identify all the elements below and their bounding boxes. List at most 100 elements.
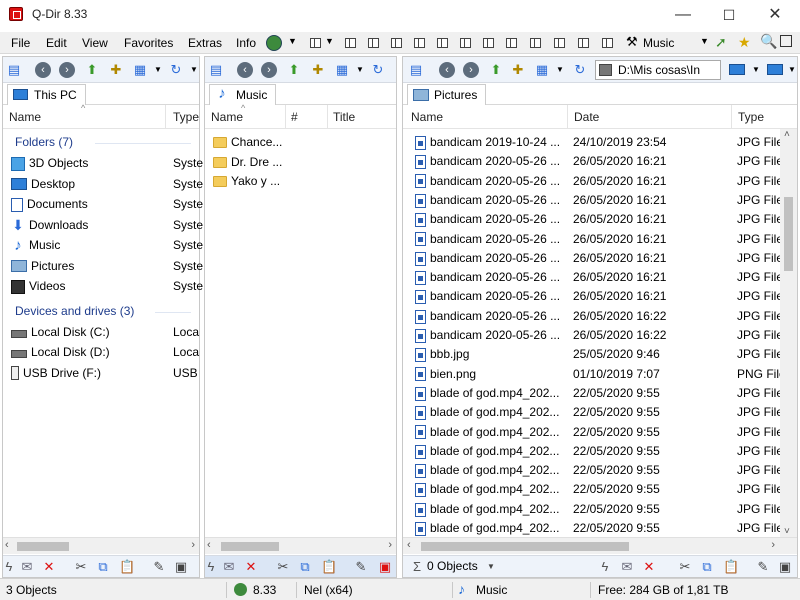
dropdown-arrow-icon[interactable]: ▼: [783, 61, 800, 79]
cut-icon[interactable]: ✂: [677, 559, 693, 575]
list-item[interactable]: Pictures Syste: [11, 257, 203, 276]
scroll-left-icon[interactable]: ‹: [5, 539, 9, 551]
menu-info[interactable]: Info: [236, 36, 256, 50]
forward-icon[interactable]: ›: [463, 62, 479, 78]
new-folder-icon[interactable]: ✚: [309, 61, 327, 79]
dropdown-arrow-icon[interactable]: ▼: [700, 36, 709, 46]
copy-icon[interactable]: ⧉: [699, 559, 715, 575]
layout-13-icon[interactable]: [602, 38, 613, 48]
cut-icon[interactable]: ✂: [275, 559, 291, 575]
table-row[interactable]: bandicam 2020-05-26 ... 26/05/2020 16:21…: [415, 191, 783, 210]
refresh-icon[interactable]: ↻: [369, 61, 387, 79]
tab-this-pc[interactable]: This PC: [7, 84, 86, 105]
up-icon[interactable]: ⬆: [487, 61, 505, 79]
delete-icon[interactable]: ✕: [243, 559, 259, 575]
paste-icon[interactable]: 📋: [321, 559, 337, 575]
pane-view-icon[interactable]: ▤: [407, 61, 425, 79]
forward-icon[interactable]: ›: [59, 62, 75, 78]
scroll-right-icon[interactable]: ›: [191, 539, 195, 551]
back-icon[interactable]: ‹: [35, 62, 51, 78]
table-row[interactable]: bandicam 2020-05-26 ... 26/05/2020 16:22…: [415, 307, 783, 326]
paste-icon[interactable]: 📋: [723, 559, 739, 575]
tools-icon[interactable]: ⚒: [626, 34, 638, 50]
flash-icon[interactable]: ϟ: [203, 559, 219, 575]
pane-view-icon[interactable]: ▤: [207, 61, 225, 79]
horizontal-scrollbar[interactable]: ‹ ›: [403, 537, 797, 554]
list-item[interactable]: Chance...: [213, 133, 282, 152]
delete-icon[interactable]: ✕: [641, 559, 657, 575]
star-icon[interactable]: ★: [738, 34, 751, 51]
copy-icon[interactable]: ⧉: [95, 559, 111, 575]
view-mode-icon[interactable]: ▦: [333, 61, 351, 79]
scroll-right-icon[interactable]: ›: [388, 539, 392, 551]
column-name[interactable]: Name: [411, 110, 443, 124]
dropdown-arrow-icon[interactable]: ▼: [325, 36, 334, 46]
table-row[interactable]: bandicam 2019-10-24 ... 24/10/2019 23:54…: [415, 133, 783, 152]
globe-icon[interactable]: [266, 35, 282, 51]
refresh-icon[interactable]: ↻: [571, 61, 589, 79]
paste-icon[interactable]: 📋: [119, 559, 135, 575]
menu-file[interactable]: File: [11, 36, 30, 50]
table-row[interactable]: blade of god.mp4_202... 22/05/2020 9:55 …: [415, 423, 783, 442]
layout-6-icon[interactable]: [437, 38, 448, 48]
table-row[interactable]: bandicam 2020-05-26 ... 26/05/2020 16:21…: [415, 210, 783, 229]
maximize-button[interactable]: ☐: [706, 0, 752, 30]
arrow-up-icon[interactable]: ➚: [715, 34, 727, 51]
vertical-scrollbar[interactable]: ˄ ˅: [780, 129, 797, 537]
group-header[interactable]: Devices and drives (3): [15, 302, 134, 321]
scroll-left-icon[interactable]: ‹: [207, 539, 211, 551]
horizontal-scrollbar[interactable]: ‹ ›: [3, 537, 199, 554]
layout-7-icon[interactable]: [460, 38, 471, 48]
table-row[interactable]: bandicam 2020-05-26 ... 26/05/2020 16:21…: [415, 230, 783, 249]
options-icon[interactable]: [780, 35, 792, 47]
scroll-left-icon[interactable]: ‹: [407, 539, 411, 551]
monitor-icon[interactable]: [729, 64, 745, 75]
refresh-icon[interactable]: ↻: [167, 61, 185, 79]
horizontal-scrollbar[interactable]: ‹ ›: [205, 537, 396, 554]
scroll-thumb[interactable]: [221, 542, 279, 551]
scroll-thumb[interactable]: [421, 542, 629, 551]
flash-icon[interactable]: ϟ: [597, 559, 613, 575]
properties-icon[interactable]: ▣: [377, 559, 393, 575]
table-row[interactable]: bien.png 01/10/2019 7:07 PNG File: [415, 365, 786, 384]
rename-icon[interactable]: ✎: [755, 559, 771, 575]
layout-2-icon[interactable]: [345, 38, 356, 48]
table-row[interactable]: bandicam 2020-05-26 ... 26/05/2020 16:21…: [415, 152, 783, 171]
copy-icon[interactable]: ⧉: [297, 559, 313, 575]
list-item[interactable]: USB Drive (F:) USB: [11, 364, 199, 383]
layout-8-icon[interactable]: [483, 38, 494, 48]
flash-icon[interactable]: ϟ: [1, 559, 17, 575]
table-row[interactable]: bandicam 2020-05-26 ... 26/05/2020 16:22…: [415, 326, 783, 345]
table-row[interactable]: blade of god.mp4_202... 22/05/2020 9:55 …: [415, 519, 783, 538]
list-item[interactable]: Local Disk (D:) Loca: [11, 343, 199, 362]
view-mode-icon[interactable]: ▦: [131, 61, 149, 79]
table-row[interactable]: blade of god.mp4_202... 22/05/2020 9:55 …: [415, 480, 783, 499]
table-row[interactable]: blade of god.mp4_202... 22/05/2020 9:55 …: [415, 500, 783, 519]
close-button[interactable]: ✕: [752, 0, 798, 30]
mail-icon[interactable]: ✉: [19, 559, 35, 575]
scroll-up-icon[interactable]: ˄: [784, 129, 790, 140]
properties-icon[interactable]: ▣: [777, 559, 793, 575]
rename-icon[interactable]: ✎: [151, 559, 167, 575]
new-folder-icon[interactable]: ✚: [509, 61, 527, 79]
dropdown-arrow-icon[interactable]: ▼: [185, 61, 203, 79]
table-row[interactable]: blade of god.mp4_202... 22/05/2020 9:55 …: [415, 384, 783, 403]
menu-favorites[interactable]: Favorites: [124, 36, 173, 50]
menu-view[interactable]: View: [82, 36, 108, 50]
list-item[interactable]: Local Disk (C:) Loca: [11, 323, 199, 342]
up-icon[interactable]: ⬆: [285, 61, 303, 79]
table-row[interactable]: bbb.jpg 25/05/2020 9:46 JPG File: [415, 345, 783, 364]
table-row[interactable]: blade of god.mp4_202... 22/05/2020 9:55 …: [415, 442, 783, 461]
column-title[interactable]: Title: [333, 110, 355, 124]
dropdown-arrow-icon[interactable]: ▼: [351, 61, 369, 79]
column-name[interactable]: Name: [9, 110, 41, 124]
table-row[interactable]: bandicam 2020-05-26 ... 26/05/2020 16:21…: [415, 172, 783, 191]
column-type[interactable]: Type: [173, 110, 199, 124]
layout-5-icon[interactable]: [414, 38, 425, 48]
tab-pictures[interactable]: Pictures: [407, 84, 487, 105]
cut-icon[interactable]: ✂: [73, 559, 89, 575]
list-item[interactable]: Videos Syste: [11, 277, 203, 296]
properties-icon[interactable]: ▣: [173, 559, 189, 575]
layout-1-icon[interactable]: [310, 38, 321, 48]
scroll-thumb[interactable]: [784, 197, 793, 271]
